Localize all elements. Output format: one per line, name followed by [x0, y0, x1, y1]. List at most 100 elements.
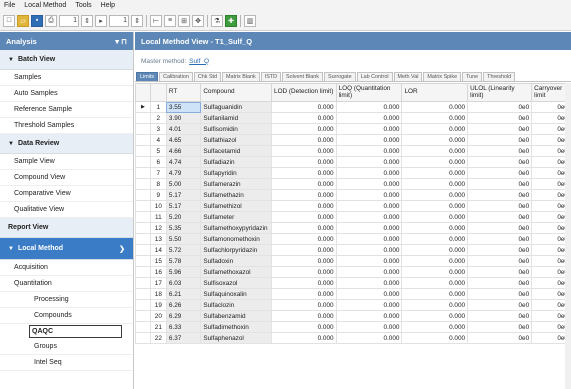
row-number[interactable]: 9	[149, 189, 167, 201]
table-row[interactable]: 11 5.20 Sulfameter 0.000 0.000 0.000 0e0 0e0	[135, 211, 571, 223]
row-number[interactable]: 7	[149, 167, 167, 179]
table-row[interactable]: 13 5.50 Sulfamonomethoxin 0.000 0.000 0.000 0e…	[135, 233, 571, 245]
loq-cell[interactable]: 0.000	[335, 310, 403, 322]
lor-cell[interactable]: 0.000	[401, 321, 469, 333]
loq-cell[interactable]: 0.000	[335, 123, 403, 135]
loq-cell[interactable]: 0.000	[335, 178, 403, 190]
row-number[interactable]: 19	[149, 299, 167, 311]
lod-cell[interactable]: 0.000	[271, 134, 337, 146]
table-row[interactable]: 4 4.65 Sulfathiazol 0.000 0.000 0.000 0e0 0e0	[135, 134, 571, 146]
row-number[interactable]: 17	[149, 277, 167, 289]
sidebar-item-qualitative-view[interactable]: Qualitative View	[0, 202, 133, 218]
loq-cell[interactable]: 0.000	[335, 211, 403, 223]
lor-cell[interactable]: 0.000	[401, 134, 469, 146]
open-icon[interactable]: ▱	[17, 14, 29, 27]
row-number[interactable]: 10	[149, 200, 167, 212]
lor-cell[interactable]: 0.000	[401, 101, 469, 113]
rt-cell[interactable]: 4.79	[165, 167, 202, 179]
column-header[interactable]: RT	[165, 83, 202, 102]
row-number[interactable]: 2	[149, 112, 167, 124]
column-header[interactable]: ULOL (Linearity limit)	[467, 83, 533, 102]
ulol-cell[interactable]: 0e0	[467, 145, 533, 157]
loq-cell[interactable]: 0.000	[335, 189, 403, 201]
ulol-cell[interactable]: 0e0	[467, 134, 533, 146]
lor-cell[interactable]: 0.000	[401, 145, 469, 157]
row-number[interactable]: 6	[149, 156, 167, 168]
step-icon[interactable]: ▸	[95, 14, 107, 27]
lor-cell[interactable]: 0.000	[401, 277, 469, 289]
rt-cell[interactable]: 3.90	[165, 112, 202, 124]
indent-icon[interactable]: ⊢	[150, 14, 162, 27]
lor-cell[interactable]: 0.000	[401, 123, 469, 135]
lor-cell[interactable]: 0.000	[401, 255, 469, 267]
lor-cell[interactable]: 0.000	[401, 189, 469, 201]
lod-cell[interactable]: 0.000	[271, 277, 337, 289]
loq-cell[interactable]: 0.000	[335, 255, 403, 267]
ulol-cell[interactable]: 0e0	[467, 255, 533, 267]
ulol-cell[interactable]: 0e0	[467, 178, 533, 190]
compound-cell[interactable]: Sulfisoxazol	[200, 277, 273, 289]
tab-tune[interactable]: Tune	[462, 72, 483, 81]
compound-cell[interactable]: Sulfadimethoxin	[200, 321, 273, 333]
rt-cell[interactable]: 5.50	[165, 233, 202, 245]
compound-cell[interactable]: Sulfathiazol	[200, 134, 273, 146]
lod-cell[interactable]: 0.000	[271, 123, 337, 135]
table-row[interactable]: 8 5.00 Sulfamerazin 0.000 0.000 0.000 0e0 0e0	[135, 178, 571, 190]
lod-cell[interactable]: 0.000	[271, 156, 337, 168]
sidebar-item-threshold-samples[interactable]: Threshold Samples	[0, 118, 133, 134]
column-icon[interactable]: ▥	[244, 14, 256, 27]
loq-cell[interactable]: 0.000	[335, 299, 403, 311]
import-icon[interactable]: ✚	[225, 14, 237, 27]
ulol-cell[interactable]: 0e0	[467, 332, 533, 344]
table-row[interactable]: 12 5.35 Sulfamethoxypyridazin 0.000 0.000 0.0…	[135, 222, 571, 234]
row-number[interactable]: 12	[149, 222, 167, 234]
menu-local-method[interactable]: Local Method	[24, 2, 66, 9]
section-data-review[interactable]: ▼ Data Review	[0, 134, 133, 154]
ulol-cell[interactable]: 0e0	[467, 321, 533, 333]
tab-lab-control[interactable]: Lab Control	[356, 72, 393, 81]
lod-cell[interactable]: 0.000	[271, 145, 337, 157]
sidebar-item-quantitation[interactable]: Quantitation	[0, 276, 133, 292]
rt-cell[interactable]: 6.03	[165, 277, 202, 289]
column-header[interactable]: LOQ (Quantitation limit)	[335, 83, 403, 102]
ulol-cell[interactable]: 0e0	[467, 101, 533, 113]
list-icon[interactable]: ≡	[164, 14, 176, 27]
lod-cell[interactable]: 0.000	[271, 299, 337, 311]
lod-cell[interactable]: 0.000	[271, 244, 337, 256]
loq-cell[interactable]: 0.000	[335, 145, 403, 157]
loq-cell[interactable]: 0.000	[335, 200, 403, 212]
table-row[interactable]: 10 5.17 Sulfamethizol 0.000 0.000 0.000 0e0 0e0	[135, 200, 571, 212]
table-row[interactable]: 21 6.33 Sulfadimethoxin 0.000 0.000 0.000 0e0 0…	[135, 321, 571, 333]
rt-cell[interactable]: 5.96	[165, 266, 202, 278]
sidebar-item-comparative-view[interactable]: Comparative View	[0, 186, 133, 202]
compound-cell[interactable]: Sulfisomidin	[200, 123, 273, 135]
section-batch-view[interactable]: ▼ Batch View	[0, 50, 133, 70]
column-header[interactable]: Compound	[200, 83, 273, 102]
compound-cell[interactable]: Sulfaphenazol	[200, 332, 273, 344]
loq-cell[interactable]: 0.000	[335, 222, 403, 234]
row-number[interactable]: 14	[149, 244, 167, 256]
compound-cell[interactable]: Sulfameter	[200, 211, 273, 223]
compound-cell[interactable]: Sulfamethoxypyridazin	[200, 222, 273, 234]
compound-cell[interactable]: Sulfamethoxazol	[200, 266, 273, 278]
loq-cell[interactable]: 0.000	[335, 233, 403, 245]
lor-cell[interactable]: 0.000	[401, 310, 469, 322]
loq-cell[interactable]: 0.000	[335, 112, 403, 124]
loq-cell[interactable]: 0.000	[335, 288, 403, 300]
master-method-link[interactable]: Sulf_Q	[189, 58, 209, 65]
sidebar-item-intel-seq[interactable]: Intel Seq	[0, 355, 133, 371]
pin-icon[interactable]: ▾ ⊓	[115, 37, 127, 46]
table-row[interactable]: 22 6.37 Sulfaphenazol 0.000 0.000 0.000 0e0 0e0	[135, 332, 571, 344]
sidebar-item-report-view[interactable]: Report View	[0, 218, 133, 238]
lod-cell[interactable]: 0.000	[271, 332, 337, 344]
table-row[interactable]: 19 6.26 Sulfaclozin 0.000 0.000 0.000 0e0 0e0	[135, 299, 571, 311]
loq-cell[interactable]: 0.000	[335, 156, 403, 168]
ulol-cell[interactable]: 0e0	[467, 277, 533, 289]
ulol-cell[interactable]: 0e0	[467, 310, 533, 322]
ulol-cell[interactable]: 0e0	[467, 189, 533, 201]
sidebar-item-compound-view[interactable]: Compound View	[0, 170, 133, 186]
row-number[interactable]: 5	[149, 145, 167, 157]
rt-cell[interactable]: 5.00	[165, 178, 202, 190]
ulol-cell[interactable]: 0e0	[467, 266, 533, 278]
menu-help[interactable]: Help	[101, 2, 115, 9]
